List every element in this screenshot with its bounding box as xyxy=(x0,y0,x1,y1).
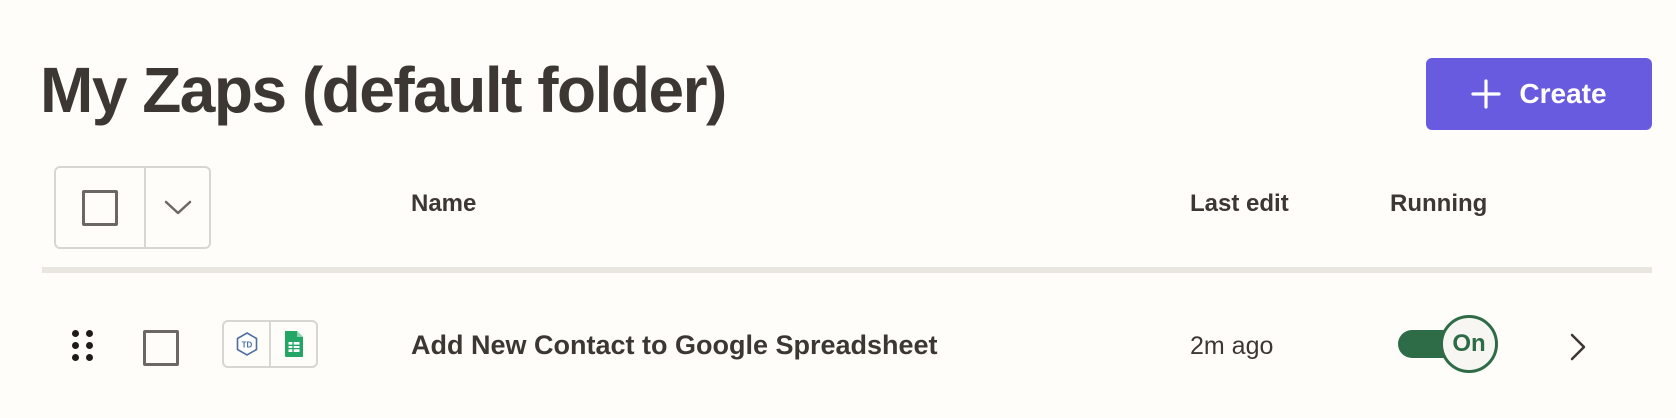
app-icon-slot xyxy=(269,322,316,366)
svg-text:TD: TD xyxy=(241,341,252,350)
column-header-running[interactable]: Running xyxy=(1390,190,1487,218)
select-all-cell[interactable] xyxy=(56,168,146,247)
column-header-last-edit[interactable]: Last edit xyxy=(1190,190,1289,218)
toggle-knob: On xyxy=(1440,315,1498,373)
column-header-name[interactable]: Name xyxy=(411,190,476,218)
toggle-state-label: On xyxy=(1452,330,1486,357)
zap-running-toggle[interactable]: On xyxy=(1398,315,1502,373)
header-divider xyxy=(42,267,1652,273)
bulk-select-control xyxy=(54,166,211,249)
zaps-page: My Zaps (default folder) Create Name Las… xyxy=(0,0,1676,418)
create-button-label: Create xyxy=(1519,78,1607,109)
zap-last-edit: 2m ago xyxy=(1190,332,1274,360)
select-options-dropdown[interactable] xyxy=(146,168,209,247)
row-checkbox[interactable] xyxy=(143,330,179,366)
select-all-checkbox[interactable] xyxy=(82,189,118,226)
table-row[interactable]: TD Add New Contact to Google Spreadsheet… xyxy=(42,300,1652,395)
plus-icon xyxy=(1471,79,1502,109)
drag-handle-icon[interactable] xyxy=(72,330,93,362)
app-icon-slot: TD xyxy=(224,322,269,366)
chevron-right-icon[interactable] xyxy=(1566,332,1590,362)
zap-name-link[interactable]: Add New Contact to Google Spreadsheet xyxy=(411,330,938,361)
td-app-icon: TD xyxy=(236,332,257,356)
chevron-down-icon xyxy=(164,200,191,214)
zap-app-icons: TD xyxy=(222,320,318,368)
google-sheets-icon xyxy=(284,331,303,357)
page-title: My Zaps (default folder) xyxy=(40,54,727,126)
create-button[interactable]: Create xyxy=(1426,58,1652,130)
